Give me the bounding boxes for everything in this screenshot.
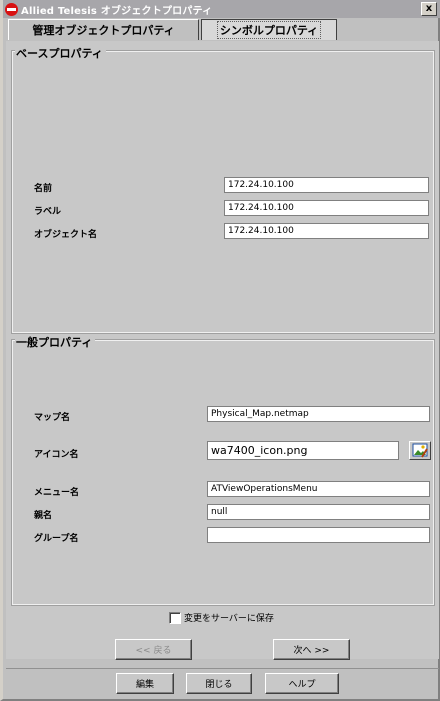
image-picker-icon [412, 443, 428, 458]
next-button[interactable]: 次へ >> [273, 639, 350, 660]
help-button[interactable]: ヘルプ [265, 673, 339, 694]
tab-bar: 管理オブジェクトプロパティ シンボルプロパティ [6, 19, 440, 41]
footer-separator [6, 668, 439, 669]
icon-name-label: アイコン名 [34, 450, 79, 460]
map-name-label: マップ名 [34, 413, 71, 423]
tab-symbol-properties-label: シンボルプロパティ [216, 21, 322, 39]
icon-name-field[interactable]: wa7400_icon.png [207, 441, 399, 460]
browse-icon-button[interactable] [409, 441, 431, 460]
general-properties-title: 一般プロパティ [15, 334, 96, 350]
title-bar[interactable]: Allied Telesis オブジェクトプロパティ x [3, 0, 440, 18]
tab-symbol-properties[interactable]: シンボルプロパティ [201, 19, 337, 40]
label-label: ラベル [34, 207, 62, 217]
save-to-server-option[interactable]: 変更をサーバーに保存 [169, 611, 274, 624]
object-name-label: オブジェクト名 [34, 230, 98, 240]
edit-button[interactable]: 編集 [116, 673, 174, 694]
general-properties-group: 一般プロパティ マップ名 Physical_Map.netmap アイコン名 w… [11, 334, 435, 606]
base-properties-title: ベースプロパティ [15, 45, 106, 61]
tab-content: ベースプロパティ 名前 172.24.10.100 ラベル 172.24.10.… [6, 41, 439, 660]
parent-name-field[interactable]: null [207, 504, 430, 520]
parent-name-label: 親名 [34, 511, 53, 521]
base-properties-group: ベースプロパティ 名前 172.24.10.100 ラベル 172.24.10.… [11, 45, 435, 334]
name-label: 名前 [34, 184, 53, 194]
properties-window: Allied Telesis オブジェクトプロパティ x 管理オブジェクトプロパ… [0, 0, 440, 701]
label-field[interactable]: 172.24.10.100 [224, 200, 429, 216]
save-to-server-label: 変更をサーバーに保存 [184, 614, 274, 624]
name-field[interactable]: 172.24.10.100 [224, 177, 429, 193]
menu-name-field[interactable]: ATViewOperationsMenu [207, 481, 430, 497]
save-to-server-checkbox[interactable] [169, 611, 181, 624]
menu-name-label: メニュー名 [34, 488, 80, 498]
tab-managed-object-properties[interactable]: 管理オブジェクトプロパティ [8, 19, 199, 40]
map-name-field[interactable]: Physical_Map.netmap [207, 406, 430, 422]
app-icon [5, 2, 18, 16]
group-name-label: グループ名 [34, 534, 79, 544]
back-button[interactable]: << 戻る [115, 639, 192, 660]
close-button[interactable]: 閉じる [186, 673, 252, 694]
group-name-field[interactable] [207, 527, 430, 543]
window-title: Allied Telesis オブジェクトプロパティ [21, 5, 213, 17]
close-window-button[interactable]: x [421, 2, 437, 16]
object-name-field[interactable]: 172.24.10.100 [224, 223, 429, 239]
